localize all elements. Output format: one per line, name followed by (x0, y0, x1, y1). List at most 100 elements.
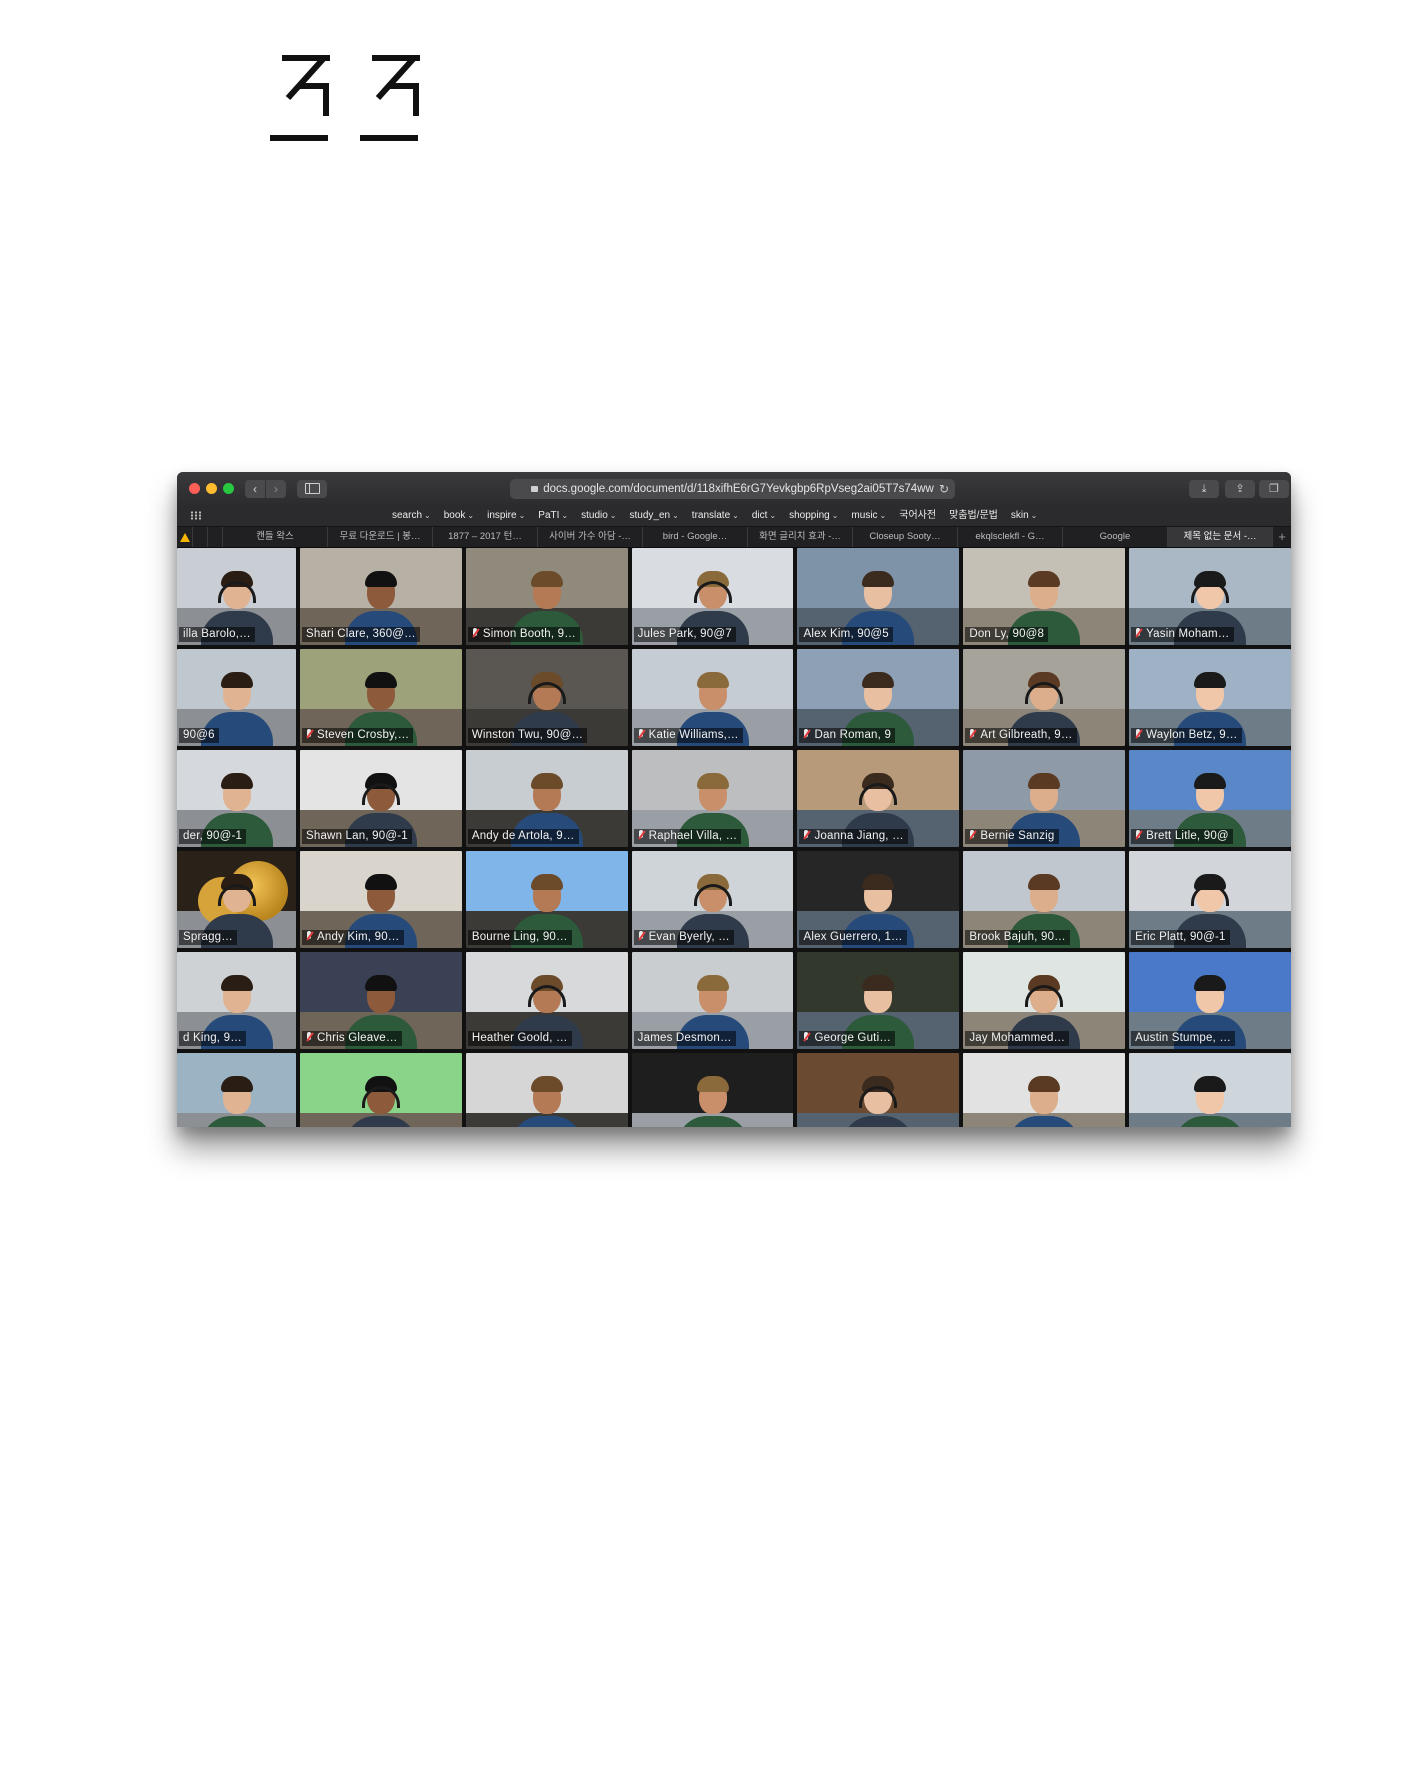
tab[interactable]: ekqlsclekfl - G… (958, 527, 1063, 547)
forward-button[interactable]: › (266, 480, 286, 498)
bookmark-item[interactable]: shopping ⌄ (789, 505, 838, 526)
new-tab-plus-icon[interactable]: + (1273, 527, 1291, 547)
participant-video-tile[interactable]: der, 90@-1 (177, 750, 296, 847)
fullscreen-window-button[interactable] (223, 483, 234, 494)
participant-video-tile[interactable]: Dan Roman, 9 (797, 649, 960, 746)
participant-video-tile[interactable]: d King, 9… (177, 952, 296, 1049)
tab[interactable]: 무료 다운로드 | 봉… (328, 527, 433, 547)
back-button[interactable]: ‹ (245, 480, 265, 498)
participant-video-tile[interactable]: illa Barolo,… (177, 548, 296, 645)
participant-video-tile[interactable]: Steven Crosby,… (300, 649, 462, 746)
participant-video-tile[interactable]: Simon Booth, 9… (465, 548, 628, 645)
bookmark-item[interactable]: PaTI ⌄ (538, 505, 568, 526)
participant-video-tile[interactable]: Evan Byerly, … (631, 851, 794, 948)
bookmark-item[interactable]: music ⌄ (851, 505, 886, 526)
tab-active[interactable]: 제목 없는 문서 -… (1168, 527, 1273, 547)
participant-video-tile[interactable]: Alex Guerrero, 1… (797, 851, 960, 948)
address-bar[interactable]: docs.google.com/document/d/118xifhE6rG7Y… (510, 479, 955, 499)
tab[interactable]: 사이버 가수 아담 -… (538, 527, 643, 547)
participant-name-label: Alex Kim, 90@5 (799, 627, 893, 642)
mic-muted-icon (803, 830, 810, 840)
bookmark-item[interactable]: book ⌄ (444, 505, 474, 526)
bookmark-item[interactable]: 맞춤법/문법 (949, 505, 998, 526)
participant-name: Waylon Betz, 9… (1146, 729, 1238, 741)
participant-video-tile[interactable]: Jay Mohammed… (963, 952, 1126, 1049)
downloads-button[interactable]: ⤓ (1189, 480, 1219, 498)
participant-name: Raphael Villa, … (648, 830, 738, 842)
tab[interactable]: 캔들 왁스 (223, 527, 328, 547)
tab[interactable]: 화면 글리치 효과 -… (748, 527, 853, 547)
bookmark-item[interactable]: translate ⌄ (692, 505, 739, 526)
participant-video-tile[interactable] (963, 1053, 1126, 1127)
share-button[interactable]: ⇪ (1225, 480, 1255, 498)
participant-video-tile[interactable] (1129, 1053, 1291, 1127)
participant-hair (220, 773, 253, 789)
bookmark-item[interactable]: search ⌄ (392, 505, 431, 526)
participant-video-tile[interactable]: Don Ly, 90@8 (963, 548, 1126, 645)
participant-name-label: Shawn Lan, 90@-1 (302, 829, 412, 844)
participant-name-label: Bernie Sanzig (965, 829, 1059, 844)
participant-body (676, 1116, 749, 1127)
participant-name-label: Shari Clare, 360@… (302, 627, 420, 642)
tab[interactable]: Closeup Sooty… (853, 527, 958, 547)
participant-name: Art Gilbreath, 9… (980, 729, 1073, 741)
participant-video-tile[interactable] (465, 1053, 628, 1127)
participant-video-tile[interactable]: Chris Gleave… (300, 952, 462, 1049)
mic-muted-icon (1135, 628, 1142, 638)
participant-video-tile[interactable]: Bourne Ling, 90… (465, 851, 628, 948)
participant-name-label: Bourne Ling, 90… (467, 930, 572, 945)
bookmark-item[interactable]: inspire ⌄ (487, 505, 525, 526)
participant-video-tile[interactable]: Jules Park, 90@7 (631, 548, 794, 645)
participant-video-tile[interactable] (300, 1053, 462, 1127)
participant-video-tile[interactable]: James Desmon… (631, 952, 794, 1049)
participant-name-label: illa Barolo,… (179, 627, 255, 642)
participant-video-tile[interactable]: Katie Williams,… (631, 649, 794, 746)
participant-video-tile[interactable]: Brett Litle, 90@ (1129, 750, 1291, 847)
participant-video-tile[interactable]: Andy Kim, 90… (300, 851, 462, 948)
participant-video-tile[interactable]: Bernie Sanzig (963, 750, 1126, 847)
tab[interactable]: bird - Google… (643, 527, 748, 547)
participant-video-tile[interactable]: Alex Kim, 90@5 (797, 548, 960, 645)
participant-video-tile[interactable]: Waylon Betz, 9… (1129, 649, 1291, 746)
mic-muted-icon (969, 830, 976, 840)
participant-video-tile[interactable]: Yasin Moham… (1129, 548, 1291, 645)
tab-overview-button[interactable]: ❐ (1259, 480, 1289, 498)
participant-video-tile[interactable]: 90@6 (177, 649, 296, 746)
participant-video-tile[interactable] (177, 1053, 296, 1127)
participant-video-tile[interactable]: Raphael Villa, … (631, 750, 794, 847)
reload-icon[interactable]: ↻ (939, 479, 949, 499)
participant-video-tile[interactable]: Andy de Artola, 9… (465, 750, 628, 847)
chevron-down-icon: ⌄ (879, 511, 887, 520)
participant-video-tile[interactable]: Heather Goold, … (465, 952, 628, 1049)
pinned-tab[interactable] (177, 527, 193, 547)
bookmark-item[interactable]: dict ⌄ (752, 505, 776, 526)
participant-name-label: Alex Guerrero, 1… (799, 930, 907, 945)
pinned-tab-empty[interactable] (208, 527, 223, 547)
participant-video-tile[interactable]: Brook Bajuh, 90… (963, 851, 1126, 948)
bookmark-item[interactable]: 국어사전 (899, 505, 936, 526)
sidebar-toggle-button[interactable] (297, 480, 327, 498)
participant-video-tile[interactable]: Art Gilbreath, 9… (963, 649, 1126, 746)
participant-video-tile[interactable]: Winston Twu, 90@… (465, 649, 628, 746)
pinned-tab-empty[interactable] (193, 527, 208, 547)
tab[interactable]: Google (1063, 527, 1168, 547)
participant-video-tile[interactable]: Eric Platt, 90@-1 (1129, 851, 1291, 948)
participant-video-tile[interactable]: George Guti… (797, 952, 960, 1049)
participant-name: Spragg… (183, 931, 233, 943)
bookmark-item[interactable]: study_en ⌄ (630, 505, 679, 526)
participant-video-tile[interactable]: Joanna Jiang, … (797, 750, 960, 847)
participant-video-tile[interactable]: Austin Stumpe, … (1129, 952, 1291, 1049)
participant-video-tile[interactable]: Shari Clare, 360@… (300, 548, 462, 645)
bookmark-item[interactable]: studio ⌄ (581, 505, 616, 526)
bookmark-item[interactable]: skin ⌄ (1011, 505, 1038, 526)
participant-video-tile[interactable] (631, 1053, 794, 1127)
participant-video-tile[interactable]: Spragg… (177, 851, 296, 948)
participant-name-label: Austin Stumpe, … (1131, 1031, 1236, 1046)
tab[interactable]: 1877 – 2017 턴… (433, 527, 538, 547)
participant-video-tile[interactable]: Shawn Lan, 90@-1 (300, 750, 462, 847)
participant-video-tile[interactable] (797, 1053, 960, 1127)
close-window-button[interactable] (189, 483, 200, 494)
minimize-window-button[interactable] (206, 483, 217, 494)
participant-name: Andy Kim, 90… (317, 931, 400, 943)
apps-grid-icon[interactable] (190, 511, 201, 520)
